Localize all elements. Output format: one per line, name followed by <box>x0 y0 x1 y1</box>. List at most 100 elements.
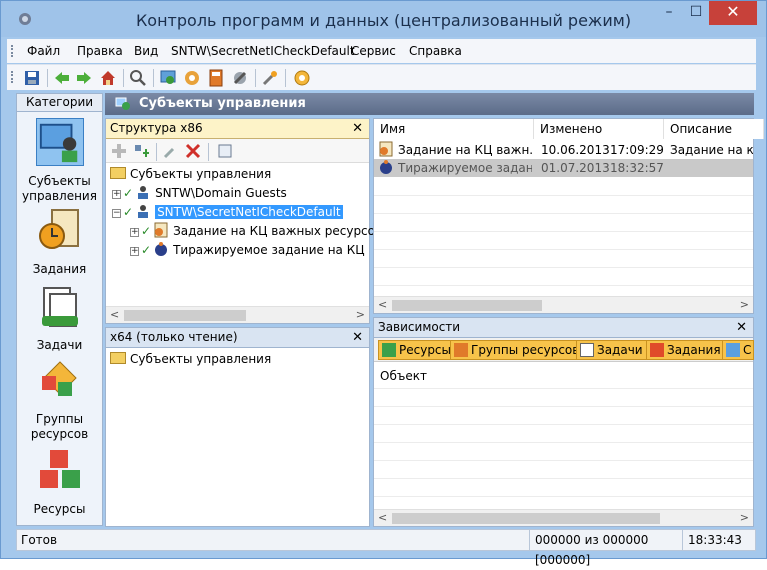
grid-line <box>374 496 753 497</box>
dependencies-panel: Зависимости ✕ Ресурсы Группы ресурсов Зад… <box>373 317 754 527</box>
grid-line <box>374 460 753 461</box>
home-icon[interactable] <box>99 69 117 87</box>
menu-file[interactable]: Файл <box>27 44 60 58</box>
horizontal-scrollbar[interactable]: < > <box>106 306 369 323</box>
horizontal-scrollbar[interactable]: < > <box>374 509 753 526</box>
scroll-right-icon[interactable]: > <box>356 308 365 321</box>
tab-resources[interactable]: Ресурсы <box>378 340 456 360</box>
tree-toolbar <box>106 139 369 163</box>
panel-header: Зависимости ✕ <box>374 318 753 338</box>
column-header-description[interactable]: Описание <box>664 119 764 139</box>
row-time: 17:09:29 <box>610 143 664 157</box>
link-icon[interactable] <box>162 142 180 160</box>
menu-grip <box>11 45 14 57</box>
tab-label: Задачи <box>597 343 643 357</box>
tree-node-label: Тиражируемое задание на КЦ <box>173 243 365 257</box>
properties-icon[interactable] <box>216 142 234 160</box>
tree-node[interactable]: + ✓ SNTW\Domain Guests <box>112 184 287 202</box>
scroll-left-icon[interactable]: < <box>110 308 119 321</box>
menu-subject[interactable]: SNTW\SecretNetICheckDefault <box>171 44 355 58</box>
scroll-thumb[interactable] <box>392 513 660 524</box>
tree-node[interactable]: − ✓ SNTW\SecretNetICheckDefault <box>112 203 343 221</box>
expand-icon[interactable]: + <box>130 247 139 256</box>
row-name: Задание на КЦ важн... <box>398 143 532 157</box>
sidebar-header: Категории <box>17 94 102 112</box>
search-icon[interactable] <box>129 69 147 87</box>
menu-help[interactable]: Справка <box>409 44 462 58</box>
task-icon <box>154 222 168 238</box>
tab-label: Задания <box>667 343 721 357</box>
settings-icon[interactable] <box>183 69 201 87</box>
tree-node-label: SNTW\Domain Guests <box>155 186 287 200</box>
tab-tasks[interactable]: Задачи <box>576 340 647 360</box>
column-header-modified[interactable]: Изменено <box>534 119 664 139</box>
scroll-right-icon[interactable]: > <box>740 298 749 311</box>
sidebar-item-tasks[interactable]: Задачи <box>17 282 102 353</box>
panel-close-button[interactable]: ✕ <box>352 119 363 138</box>
folder-icon <box>110 167 126 179</box>
tab-resource-groups[interactable]: Группы ресурсов <box>450 340 584 360</box>
sidebar-item-resources[interactable]: Ресурсы <box>17 446 102 517</box>
back-icon[interactable] <box>53 69 71 87</box>
scroll-left-icon[interactable]: < <box>378 298 387 311</box>
tab-subjects[interactable]: С <box>722 340 754 360</box>
tree-node-label: SNTW\SecretNetICheckDefault <box>155 205 343 219</box>
tab-label: Ресурсы <box>399 343 452 357</box>
column-header-object[interactable]: Объект <box>374 366 753 386</box>
column-header-name[interactable]: Имя <box>374 119 534 139</box>
tools-icon[interactable] <box>231 69 249 87</box>
panel-close-button[interactable]: ✕ <box>736 318 747 337</box>
sidebar-item-subjects[interactable]: Субъекты управления <box>17 118 102 204</box>
close-button[interactable]: ✕ <box>709 1 757 25</box>
menu-bar: Файл Правка Вид SNTW\SecretNetICheckDefa… <box>7 39 756 63</box>
save-icon[interactable] <box>23 69 41 87</box>
toolbar-separator <box>285 69 286 87</box>
expand-icon[interactable]: + <box>112 190 121 199</box>
scroll-left-icon[interactable]: < <box>378 511 387 524</box>
toolbar-separator <box>47 69 48 87</box>
tree-node-label: Субъекты управления <box>130 167 272 181</box>
app-window: Контроль программ и данных (централизова… <box>0 0 767 567</box>
maximize-button[interactable]: ☐ <box>683 1 709 25</box>
scroll-thumb[interactable] <box>124 310 246 321</box>
toolbar <box>7 64 756 90</box>
cubes-group-icon <box>41 361 77 396</box>
table-row[interactable]: Задание на КЦ важн... 10.06.2013 17:09:2… <box>374 141 753 159</box>
calculator-icon[interactable] <box>207 69 225 87</box>
sidebar-item-label: Задания <box>32 262 87 276</box>
scroll-right-icon[interactable]: > <box>740 511 749 524</box>
replicated-task-icon <box>380 160 392 174</box>
structure-x86-panel: Структура x86 ✕ Субъекты управления + ✓ SNT… <box>105 118 375 324</box>
panel-close-button[interactable]: ✕ <box>352 328 363 347</box>
resources-icon <box>382 343 396 357</box>
table-row[interactable]: Тиражируемое задан... 01.07.2013 18:32:5… <box>374 159 753 177</box>
tab-jobs[interactable]: Задания <box>646 340 725 360</box>
menu-service[interactable]: Сервис <box>351 44 396 58</box>
expand-icon[interactable]: + <box>130 228 139 237</box>
users-icon[interactable] <box>159 69 177 87</box>
collapse-icon[interactable]: − <box>112 209 121 218</box>
wrench-icon[interactable] <box>261 69 279 87</box>
sidebar-item-resource-groups[interactable]: Группы ресурсов <box>17 356 102 442</box>
forward-icon[interactable] <box>75 69 93 87</box>
delete-icon[interactable] <box>184 142 202 160</box>
tree-node[interactable]: Субъекты управления <box>110 350 271 368</box>
sidebar-item-jobs[interactable]: Задания <box>17 206 102 277</box>
check-icon: ✓ <box>141 243 152 257</box>
minimize-button[interactable]: – <box>655 1 683 25</box>
tree-node[interactable]: + ✓ Задание на КЦ важных ресурсо <box>130 222 375 240</box>
add-icon[interactable] <box>110 142 128 160</box>
row-date: 10.06.2013 <box>541 143 610 157</box>
horizontal-scrollbar[interactable]: < > <box>374 296 753 313</box>
row-date: 01.07.2013 <box>541 161 610 175</box>
grid-line <box>374 267 753 268</box>
tree-node-label: Субъекты управления <box>130 352 272 366</box>
tree-node[interactable]: + ✓ Тиражируемое задание на КЦ <box>130 241 365 259</box>
add-subject-icon[interactable] <box>132 142 150 160</box>
menu-view[interactable]: Вид <box>134 44 158 58</box>
menu-edit[interactable]: Правка <box>77 44 123 58</box>
tree-node[interactable]: Субъекты управления <box>110 165 271 183</box>
scroll-thumb[interactable] <box>392 300 542 311</box>
info-icon[interactable] <box>293 69 311 87</box>
check-icon: ✓ <box>123 186 134 200</box>
